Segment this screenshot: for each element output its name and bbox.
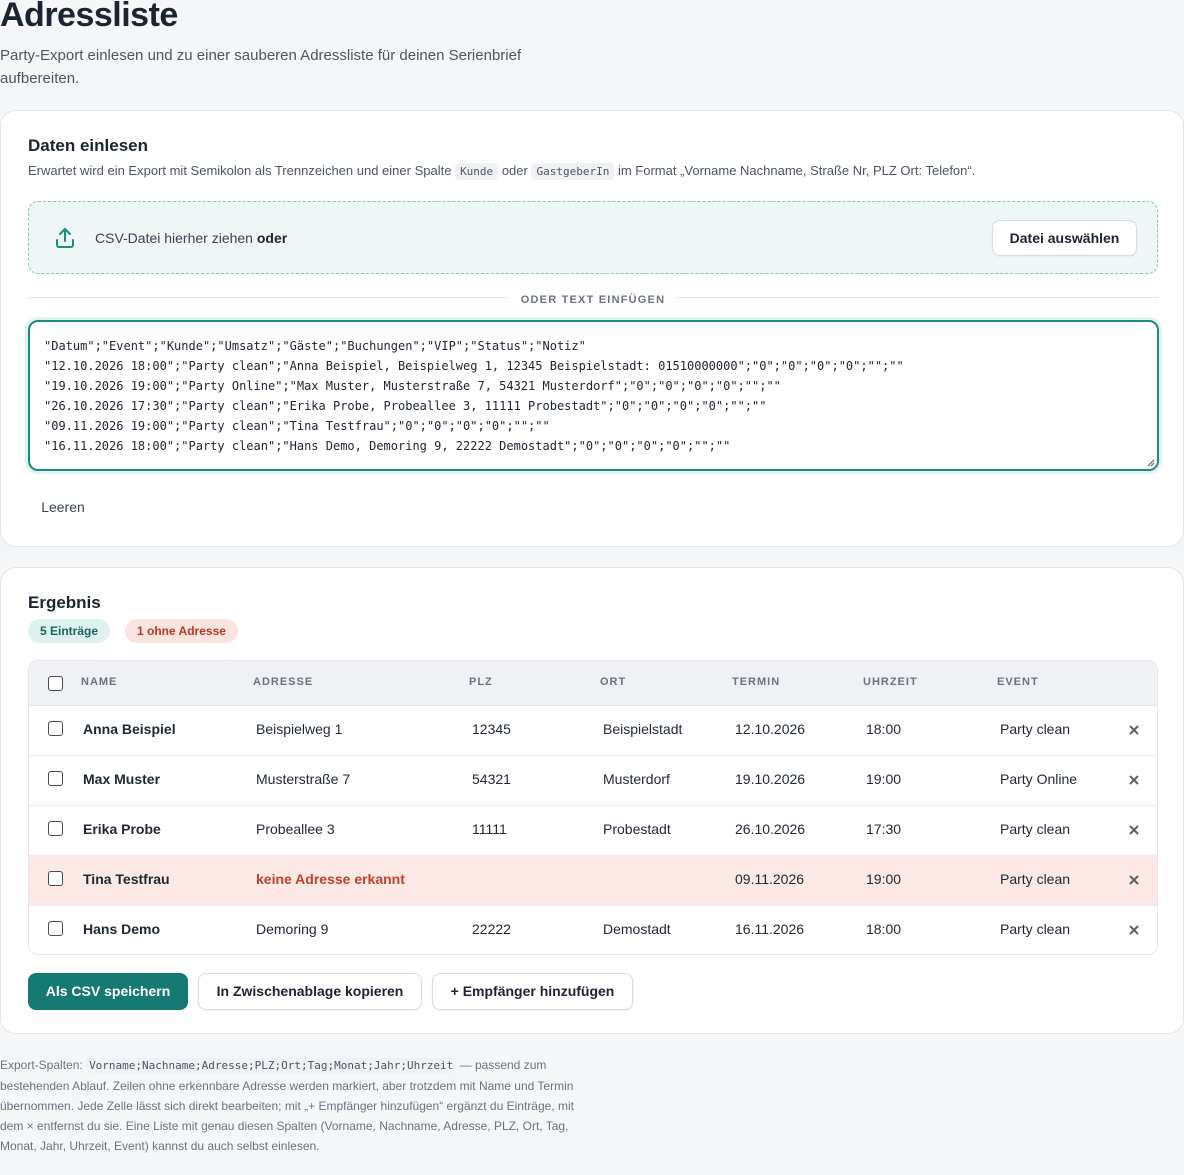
cell-event[interactable]: Party clean — [1000, 721, 1070, 737]
cell-address[interactable]: Probeallee 3 — [256, 821, 335, 837]
choose-file-button[interactable]: Datei auswählen — [992, 220, 1137, 256]
delete-row-icon[interactable] — [1127, 723, 1141, 737]
textarea-line: "12.10.2026 18:00";"Party clean";"Anna B… — [44, 359, 904, 373]
add-recipient-button[interactable]: + Empfänger hinzufügen — [432, 973, 633, 1010]
hint-or: oder — [501, 163, 528, 178]
footer-code: Vorname;Nachname;Adresse;PLZ;Ort;Tag;Mon… — [86, 1058, 457, 1073]
column-header-termin[interactable]: TERMIN — [732, 676, 780, 688]
table-row: Erika Probe Probeallee 3 11111 Probestad… — [29, 806, 1157, 856]
cell-ort[interactable]: Musterdorf — [603, 771, 670, 787]
cell-uhrzeit[interactable]: 19:00 — [866, 871, 901, 887]
input-card-title: Daten einlesen — [28, 136, 148, 155]
cell-plz[interactable]: 12345 — [472, 721, 511, 737]
hint-code-gastgeberin: GastgeberIn — [531, 163, 615, 180]
cell-name[interactable]: Anna Beispiel — [83, 721, 176, 737]
cell-termin[interactable]: 26.10.2026 — [735, 821, 805, 837]
cell-ort[interactable]: Beispielstadt — [603, 721, 682, 737]
textarea-line: "16.11.2026 18:00";"Party clean";"Hans D… — [44, 439, 731, 453]
hint-suffix: im Format „Vorname Nachname, Straße Nr, … — [617, 163, 976, 178]
dropzone-text: CSV-Datei hierher ziehen oder — [95, 230, 287, 246]
cell-ort[interactable]: Demostadt — [603, 921, 671, 937]
divider-label: ODER TEXT EINFÜGEN — [508, 294, 678, 306]
cell-termin[interactable]: 09.11.2026 — [735, 871, 804, 887]
page-title: Adressliste — [0, 0, 178, 34]
table-header: NAME ADRESSE PLZ ORT TERMIN UHRZEIT EVEN… — [29, 661, 1157, 706]
delete-row-icon[interactable] — [1127, 923, 1141, 937]
delete-row-icon[interactable] — [1127, 873, 1141, 887]
select-all-checkbox[interactable] — [48, 676, 63, 691]
cell-address-missing[interactable]: keine Adresse erkannt — [256, 871, 405, 887]
cell-termin[interactable]: 12.10.2026 — [735, 721, 805, 737]
resize-grip-icon[interactable] — [1147, 459, 1155, 467]
missing-address-badge: 1 ohne Adresse — [125, 619, 238, 643]
hint-prefix: Erwartet wird ein Export mit Semikolon a… — [28, 163, 452, 178]
table-row: Anna Beispiel Beispielweg 1 12345 Beispi… — [29, 706, 1157, 756]
column-header-plz[interactable]: PLZ — [469, 676, 493, 688]
entries-count-badge: 5 Einträge — [28, 619, 111, 643]
delete-row-icon[interactable] — [1127, 773, 1141, 787]
clear-button[interactable]: Leeren — [28, 492, 98, 522]
row-checkbox[interactable] — [48, 921, 63, 936]
cell-address[interactable]: Musterstraße 7 — [256, 771, 350, 787]
csv-dropzone[interactable]: CSV-Datei hierher ziehen oder Datei ausw… — [28, 201, 1158, 274]
row-checkbox[interactable] — [48, 821, 63, 836]
cell-event[interactable]: Party clean — [1000, 871, 1070, 887]
column-header-event[interactable]: EVENT — [997, 676, 1039, 688]
textarea-line: "26.10.2026 17:30";"Party clean";"Erika … — [44, 399, 767, 413]
cell-event[interactable]: Party clean — [1000, 921, 1070, 937]
cell-name[interactable]: Tina Testfrau — [83, 871, 170, 887]
cell-ort[interactable]: Probestadt — [603, 821, 671, 837]
format-hint: Erwartet wird ein Export mit Semikolon a… — [28, 163, 976, 180]
csv-textarea[interactable]: "Datum";"Event";"Kunde";"Umsatz";"Gäste"… — [28, 320, 1159, 471]
cell-uhrzeit[interactable]: 17:30 — [866, 821, 901, 837]
save-csv-button[interactable]: Als CSV speichern — [28, 973, 188, 1010]
column-header-name[interactable]: NAME — [81, 676, 117, 688]
dropzone-label: CSV-Datei hierher ziehen — [95, 230, 253, 246]
table-row-missing-address: Tina Testfrau keine Adresse erkannt 09.1… — [29, 856, 1157, 906]
cell-termin[interactable]: 19.10.2026 — [735, 771, 805, 787]
cell-termin[interactable]: 16.11.2026 — [735, 921, 804, 937]
footer-note: Export-Spalten: Vorname;Nachname;Adresse… — [0, 1055, 580, 1156]
cell-event[interactable]: Party clean — [1000, 821, 1070, 837]
result-card-title: Ergebnis — [28, 593, 101, 612]
cell-uhrzeit[interactable]: 18:00 — [866, 921, 901, 937]
cell-plz[interactable]: 11111 — [472, 821, 507, 837]
cell-uhrzeit[interactable]: 18:00 — [866, 721, 901, 737]
cell-name[interactable]: Erika Probe — [83, 821, 161, 837]
column-header-uhrzeit[interactable]: UHRZEIT — [863, 676, 918, 688]
dropzone-or: oder — [256, 230, 288, 246]
cell-name[interactable]: Hans Demo — [83, 921, 160, 937]
row-checkbox[interactable] — [48, 721, 63, 736]
cell-plz[interactable]: 22222 — [472, 921, 511, 937]
textarea-line: "Datum";"Event";"Kunde";"Umsatz";"Gäste"… — [44, 339, 586, 353]
upload-icon — [56, 228, 74, 248]
divider: ODER TEXT EINFÜGEN — [1, 290, 1184, 306]
footer-prefix: Export-Spalten: — [0, 1058, 83, 1072]
row-checkbox[interactable] — [48, 871, 63, 886]
hint-code-kunde: Kunde — [455, 163, 499, 180]
table-row: Hans Demo Demoring 9 22222 Demostadt 16.… — [29, 906, 1157, 954]
page-subtitle: Party-Export einlesen und zu einer saube… — [0, 47, 522, 87]
cell-name[interactable]: Max Muster — [83, 771, 160, 787]
cell-uhrzeit[interactable]: 19:00 — [866, 771, 901, 787]
result-card: Ergebnis 5 Einträge 1 ohne Adresse NAME … — [0, 567, 1184, 1034]
result-table: NAME ADRESSE PLZ ORT TERMIN UHRZEIT EVEN… — [28, 660, 1158, 955]
textarea-line: "09.11.2026 19:00";"Party clean";"Tina T… — [44, 419, 550, 433]
row-checkbox[interactable] — [48, 771, 63, 786]
copy-clipboard-button[interactable]: In Zwischenablage kopieren — [198, 973, 422, 1010]
delete-row-icon[interactable] — [1127, 823, 1141, 837]
textarea-line: "19.10.2026 19:00";"Party Online";"Max M… — [44, 379, 781, 393]
input-card: Daten einlesen Erwartet wird ein Export … — [0, 110, 1184, 547]
table-row: Max Muster Musterstraße 7 54321 Musterdo… — [29, 756, 1157, 806]
column-header-adresse[interactable]: ADRESSE — [253, 676, 313, 688]
cell-address[interactable]: Beispielweg 1 — [256, 721, 342, 737]
cell-address[interactable]: Demoring 9 — [256, 921, 328, 937]
cell-event[interactable]: Party Online — [1000, 771, 1077, 787]
cell-plz[interactable]: 54321 — [472, 771, 511, 787]
column-header-ort[interactable]: ORT — [600, 676, 626, 688]
